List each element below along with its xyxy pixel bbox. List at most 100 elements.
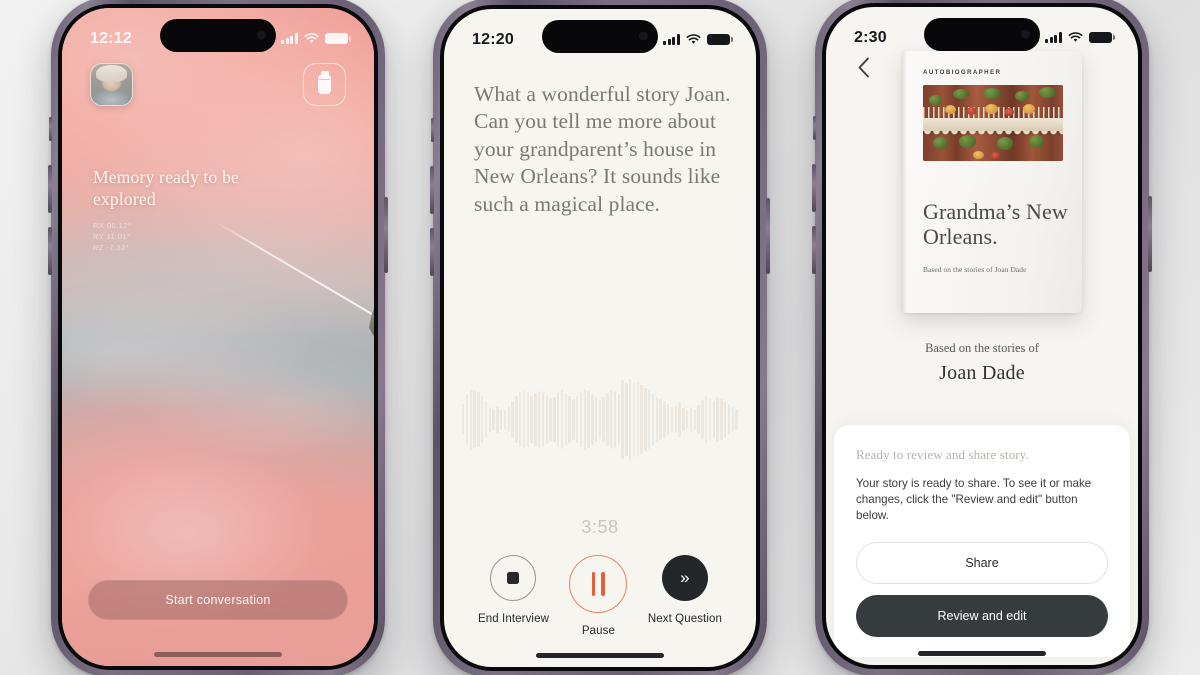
waveform-bar [689,407,693,432]
volume-down-button[interactable] [812,225,816,274]
waveform-bar [530,395,533,444]
back-button[interactable] [850,55,876,81]
waveform-bar [712,400,715,439]
waveform-bar [723,401,727,438]
phone-3-story-ready-screen: 2:30 AUTOBIOGRAPHER Grandma’s New Orlean… [812,0,1152,675]
dynamic-island [160,18,276,52]
review-and-edit-button[interactable]: Review and edit [856,594,1108,637]
phone-3-bezel: 2:30 AUTOBIOGRAPHER Grandma’s New Orlean… [822,2,1142,669]
share-button[interactable]: Share [856,541,1108,584]
waveform-bar [670,407,674,432]
double-chevron-right-icon: » [661,554,708,601]
pause-label: Pause [581,624,615,637]
cellular-bars-icon [1045,32,1062,43]
page-title: Memory ready to be explored [93,166,239,209]
volume-up-button[interactable] [430,165,434,214]
waveform-bar [644,387,647,452]
review-and-edit-label: Review and edit [937,608,1027,623]
silent-switch[interactable] [813,115,816,140]
phone-1-bezel: 12:12 Memory ready to be explored RX 00.… [58,3,378,670]
stop-icon [490,554,537,601]
wifi-icon [1068,32,1083,42]
memory-stone[interactable] [366,295,374,348]
silent-switch[interactable] [49,116,52,141]
avatar[interactable] [90,62,133,106]
waveform-bar [462,403,465,436]
waveform-bar [705,395,708,444]
cellular-bars-icon [663,34,680,45]
coordinates-readout: RX 00.12° RY 11.01° RZ -7.32° [93,220,253,254]
memory-jar-button[interactable] [303,62,346,106]
book-cover[interactable]: AUTOBIOGRAPHER Grandma’s New Orleans. Ba… [902,50,1082,313]
waveform-bar [477,392,480,447]
start-conversation-label: Start conversation [165,592,271,607]
waveform-bar [564,393,567,446]
power-button[interactable] [384,196,388,273]
waveform-bar [549,398,552,441]
memory-stone-body [369,295,374,348]
book-subtitle: Based on the stories of Joan Dade [923,264,1027,274]
volume-up-button[interactable] [812,163,816,212]
waveform-bar [621,380,624,459]
waveform-bar [591,394,594,445]
waveform-bar [678,402,681,437]
waveform-bar [648,389,651,450]
start-conversation-button[interactable]: Start conversation [88,579,348,620]
waveform-bar [686,410,689,429]
next-question-button[interactable]: » Next Question [648,554,722,625]
waveform-bar [488,407,491,432]
home-indicator[interactable] [536,652,664,658]
status-indicators [1045,31,1115,44]
waveform-bar [499,408,503,431]
waveform-bar [492,408,495,431]
memory-jar-icon [318,74,331,94]
waveform-bar [610,389,613,450]
waveform-bar [465,394,469,445]
waveform-bar [697,404,700,435]
volume-down-button[interactable] [430,227,434,276]
phone-2-interview-screen: 12:20 What a wonderful story Joan. Can y… [430,0,770,675]
volume-up-button[interactable] [48,164,52,213]
waveform-bar [572,399,575,440]
waveform-bar [602,396,605,443]
end-interview-button[interactable]: End Interview [478,554,549,625]
coordinate-line: RY 11.01° [93,231,131,241]
waveform-bar [636,381,640,458]
waveform-bar [579,391,583,448]
waveform-bar [667,403,670,436]
waveform-bar [469,389,472,450]
waveform-bar [613,390,617,449]
avatar-hair-highlight [95,65,128,82]
home-indicator[interactable] [154,651,282,657]
waveform-bar [708,398,712,441]
pause-button[interactable]: Pause [569,554,628,637]
waveform-bar [682,408,685,431]
phone-3-screen: 2:30 AUTOBIOGRAPHER Grandma’s New Orlean… [826,6,1138,665]
coordinate-line: RX 00.12° [93,220,132,230]
waveform-bar [693,408,697,431]
waveform-bar [640,385,643,454]
power-button[interactable] [1148,195,1152,272]
volume-down-button[interactable] [48,226,52,275]
waveform-bar [659,399,662,440]
waveform-bar [606,393,609,446]
waveform-bar [556,392,560,447]
silent-switch[interactable] [431,117,434,142]
dynamic-island [924,17,1040,51]
coordinate-line: RZ -7.32° [93,243,130,253]
end-interview-label: End Interview [478,612,549,625]
power-button[interactable] [766,197,770,274]
waveform-bar [701,399,704,440]
audio-waveform [462,378,738,461]
waveform-bar [731,407,734,432]
dynamic-island [542,19,658,53]
byline-label: Based on the stories of [925,340,1039,355]
home-indicator[interactable] [918,650,1046,656]
waveform-bar [655,396,659,443]
waveform-bar [629,378,632,461]
waveform-bar [663,401,666,438]
waveform-bar [594,397,598,442]
waveform-bar [534,393,537,446]
waveform-bar [553,396,556,443]
interview-question-text: What a wonderful story Joan. Can you tel… [474,81,731,217]
